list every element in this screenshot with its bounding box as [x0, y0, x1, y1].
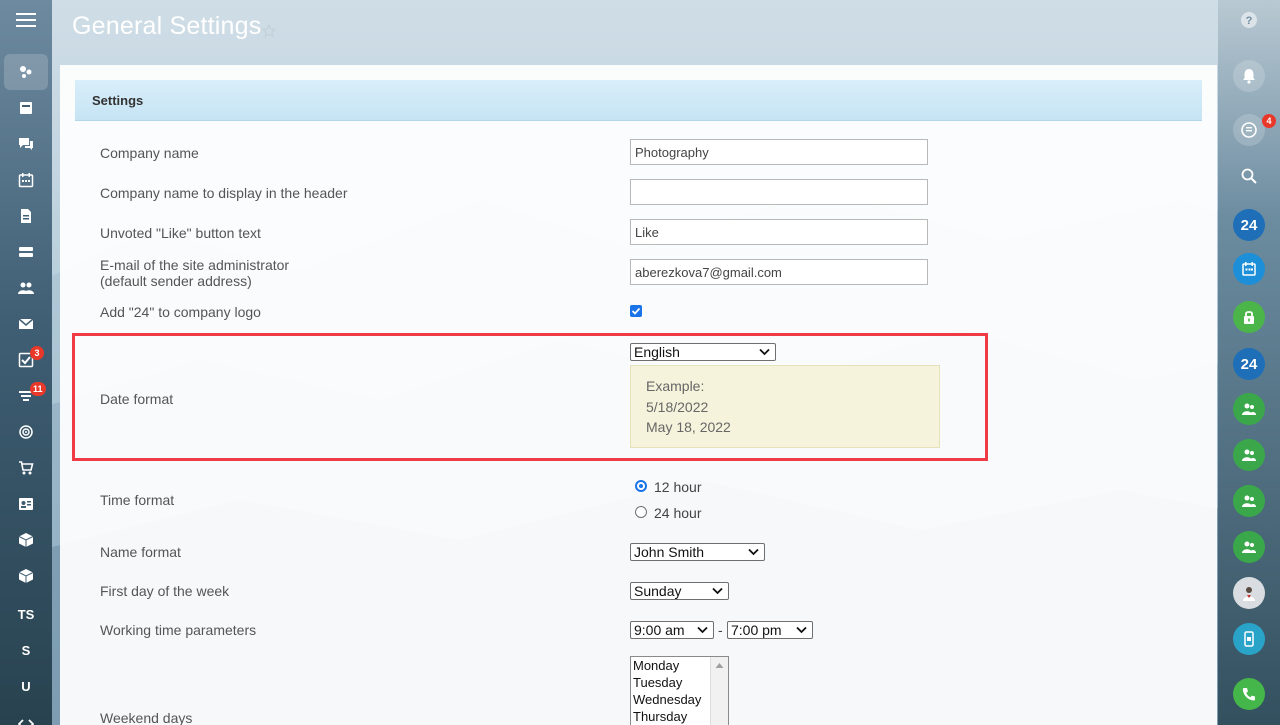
bitrix24-icon[interactable]: 24 [1233, 209, 1265, 241]
company-name-header-input[interactable] [630, 179, 928, 205]
radio-12-hour[interactable] [635, 480, 647, 492]
working-time-label: Working time parameters [100, 622, 257, 638]
code-icon[interactable] [0, 712, 52, 725]
activity-stream-icon[interactable] [0, 60, 52, 84]
company-name-input[interactable] [630, 139, 928, 165]
weekend-days-listbox[interactable]: Monday Tuesday Wednesday Thursday [630, 656, 729, 725]
menu-icon[interactable] [16, 12, 36, 28]
section-header: Settings [75, 80, 1202, 121]
chevron-down-icon [759, 348, 770, 356]
search-icon[interactable] [1233, 160, 1265, 192]
contact-card-icon[interactable] [0, 492, 52, 516]
name-format-select[interactable]: John Smith [630, 543, 765, 561]
add24-label: Add "24" to company logo [100, 304, 261, 320]
working-time-start-value: 9:00 am [634, 622, 685, 638]
date-format-label: Date format [100, 391, 174, 407]
like-text-input[interactable] [630, 219, 928, 245]
working-time-separator: - [718, 622, 723, 638]
chat-messages-icon[interactable] [1233, 114, 1265, 146]
working-time-start-select[interactable]: 9:00 am [630, 621, 714, 639]
date-format-select[interactable]: English [630, 343, 776, 361]
group-icon[interactable] [1233, 393, 1265, 425]
box-icon[interactable] [0, 528, 52, 552]
group-icon[interactable] [1233, 531, 1265, 563]
documents-icon[interactable] [0, 204, 52, 228]
sidebar-item-s[interactable]: S [0, 638, 52, 662]
chevron-down-icon [748, 548, 759, 556]
admin-email-input[interactable] [630, 259, 928, 285]
working-time-end-select[interactable]: 7:00 pm [727, 621, 813, 639]
section-title: Settings [92, 93, 144, 108]
left-sidebar: 3 11 TS S U [0, 0, 52, 725]
like-text-label: Unvoted "Like" button text [100, 225, 261, 241]
list-item[interactable]: Tuesday [633, 674, 682, 691]
first-day-select[interactable]: Sunday [630, 582, 729, 600]
weekend-days-label: Weekend days [100, 710, 193, 725]
list-item[interactable]: Wednesday [633, 691, 701, 708]
sidebar-item-s-label: S [21, 642, 31, 658]
drive-icon[interactable] [0, 240, 52, 264]
admin-email-label-line2: (default sender address) [100, 273, 252, 289]
sidebar-item-ts[interactable]: TS [0, 602, 52, 626]
calendar-app-icon[interactable] [1233, 253, 1265, 285]
radio-24-hour[interactable] [635, 506, 647, 518]
sidebar-item-ts-label: TS [17, 606, 35, 622]
checkmark-icon [631, 307, 641, 315]
help-icon[interactable]: ? [1233, 4, 1265, 36]
chevron-down-icon [697, 626, 708, 634]
date-format-value: English [634, 344, 680, 360]
svg-text:?: ? [1246, 15, 1253, 27]
page-title: General Settings [72, 12, 262, 40]
cart-icon[interactable] [0, 456, 52, 480]
example-title: Example: [646, 378, 705, 394]
phone-icon[interactable] [1233, 678, 1265, 710]
admin-email-label-line1: E-mail of the site administrator [100, 257, 290, 273]
admin-email-label: E-mail of the site administrator (defaul… [100, 257, 289, 289]
chat-badge: 4 [1262, 114, 1276, 128]
lock-icon[interactable] [1233, 301, 1265, 333]
example-short-date: 5/18/2022 [646, 399, 709, 415]
target-icon[interactable] [0, 420, 52, 444]
chevron-down-icon [712, 587, 723, 595]
bitrix24-icon-2[interactable]: 24 [1233, 348, 1265, 380]
radio-12-hour-label[interactable]: 12 hour [654, 479, 701, 495]
scroll-up-icon[interactable] [715, 662, 724, 669]
list-item[interactable]: Monday [633, 657, 679, 674]
mobile-app-icon[interactable] [1233, 623, 1265, 655]
bitrix24-label-2: 24 [1240, 355, 1258, 373]
mail-icon[interactable] [0, 312, 52, 336]
first-day-value: Sunday [634, 583, 682, 599]
working-time-end-value: 7:00 pm [731, 622, 782, 638]
first-day-label: First day of the week [100, 583, 230, 599]
company-name-label: Company name [100, 145, 199, 161]
sidebar-item-u-label: U [21, 678, 31, 694]
crm-badge: 11 [30, 382, 46, 396]
name-format-value: John Smith [634, 544, 705, 560]
task-check-icon[interactable] [0, 348, 52, 372]
group-icon[interactable] [1233, 439, 1265, 471]
box-icon[interactable] [0, 564, 52, 588]
tasks-badge: 3 [30, 346, 44, 360]
notifications-bell-icon[interactable] [1233, 60, 1265, 92]
group-icon[interactable] [1233, 485, 1265, 517]
tasks-icon[interactable] [0, 96, 52, 120]
chevron-down-icon [796, 626, 807, 634]
time-format-label: Time format [100, 492, 175, 508]
list-item[interactable]: Thursday [633, 708, 687, 725]
radio-24-hour-label[interactable]: 24 hour [654, 505, 701, 521]
right-sidebar: ? 24 24 [1218, 0, 1280, 725]
company-name-header-label: Company name to display in the header [100, 185, 348, 201]
sidebar-item-u[interactable]: U [0, 674, 52, 698]
example-long-date: May 18, 2022 [646, 419, 731, 435]
name-format-label: Name format [100, 544, 181, 560]
chat-icon[interactable] [0, 132, 52, 156]
calendar-icon[interactable] [0, 168, 52, 192]
bitrix24-label: 24 [1240, 216, 1258, 234]
listbox-scrollbar[interactable] [710, 657, 728, 725]
add24-checkbox[interactable] [630, 305, 642, 317]
employees-icon[interactable] [0, 276, 52, 300]
avatar[interactable] [1233, 577, 1265, 609]
date-example-box: Example: 5/18/2022 May 18, 2022 [630, 365, 940, 448]
favorite-star-icon[interactable] [262, 24, 276, 38]
